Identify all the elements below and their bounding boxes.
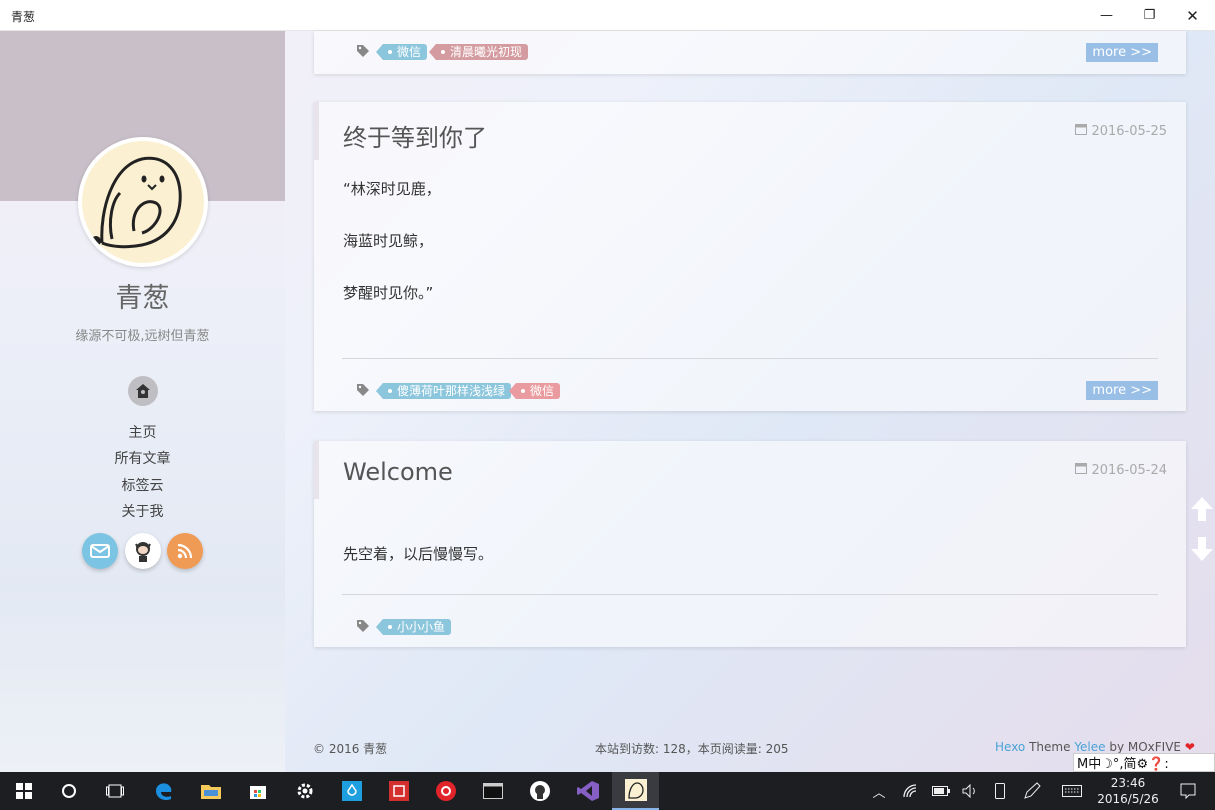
settings-icon[interactable] [281,772,328,810]
app-blue-icon[interactable] [328,772,375,810]
post-accent-bar [314,441,319,499]
console-icon[interactable] [469,772,516,810]
sidebar: 青葱 缘源不可极,远树但青葱 主页 所有文章 标签云 关于我 [0,31,285,772]
scroll-up-icon[interactable] [1189,492,1215,526]
scroll-down-icon[interactable] [1189,532,1215,566]
heart-icon: ❤ [1184,740,1195,754]
file-explorer-icon[interactable] [187,772,234,810]
battery-icon[interactable] [929,772,953,810]
footer-credit: Hexo Theme Yelee by MOxFIVE ❤ [995,740,1195,754]
post-tag[interactable]: 傻薄荷叶那样浅浅绿 [375,383,512,399]
store-icon[interactable] [234,772,281,810]
maximize-button[interactable]: ❐ [1128,0,1171,31]
wifi-icon[interactable] [898,772,924,810]
clock-time: 23:46 [1110,776,1146,790]
post-card: Welcome 2016-05-24 先空着，以后慢慢写。 小小小鱼 [314,441,1186,647]
volume-icon[interactable] [958,772,982,810]
rss-icon[interactable] [167,533,203,569]
taskbar: ︿ 23:46 2016/5/26 [0,772,1215,810]
app-red-icon[interactable] [375,772,422,810]
close-button[interactable]: ✕ [1171,0,1214,31]
post-card: 终于等到你了 2016-05-25 “林深时见鹿， 海蓝时见鲸， 梦醒时见你。”… [314,102,1186,411]
pen-icon[interactable] [1019,772,1045,810]
visual-studio-icon[interactable] [564,772,611,810]
blog-name: 青葱 [115,283,170,314]
more-button[interactable]: more >> [1086,381,1158,400]
tag-icon [357,384,369,396]
mail-icon[interactable] [82,533,118,569]
clock-date: 2016/5/26 [1097,792,1159,806]
post-accent-bar [314,102,319,160]
bird-icon [91,156,182,249]
post-date: 2016-05-25 [1075,123,1167,139]
clock[interactable]: 23:46 2016/5/26 [1090,772,1166,810]
ime-toolbar[interactable]: M中☽°,简⚙❓: [1073,753,1215,772]
action-center-icon[interactable] [1172,772,1204,810]
post-card: 微信 清晨曦光初现 more >> [314,31,1186,74]
netease-music-icon[interactable] [422,772,469,810]
phone-icon[interactable] [990,772,1010,810]
calendar-icon [1075,124,1088,135]
cortana-icon[interactable] [45,772,92,810]
footer-stats: 本站到访数: 128，本页阅读量: 205 [595,742,789,756]
post-tag[interactable]: 微信 [508,383,561,399]
nav-home[interactable]: 主页 [0,422,285,442]
windows-start-icon[interactable] [0,772,47,810]
post-text-line: 海蓝时见鲸， [343,232,434,250]
post-tag[interactable]: 清晨曦光初现 [428,44,529,60]
divider [342,594,1158,595]
post-tag[interactable]: 小小小鱼 [375,619,452,635]
more-button[interactable]: more >> [1086,43,1158,62]
post-text-line: 梦醒时见你。” [343,284,434,302]
nav-all-posts[interactable]: 所有文章 [0,448,285,468]
qingcong-app-icon[interactable] [612,772,659,810]
keyboard-icon[interactable] [1058,772,1086,810]
minimize-button[interactable]: — [1085,0,1128,31]
post-text-line: 先空着，以后慢慢写。 [343,545,494,563]
window-title: 青葱 [11,10,36,24]
divider [342,358,1158,359]
post-date: 2016-05-24 [1075,462,1167,478]
post-text-line: “林深时见鹿， [343,180,441,198]
yelee-link[interactable]: Yelee [1074,740,1105,754]
tag-icon [357,620,369,632]
edge-browser-icon[interactable] [140,772,187,810]
tag-icon [357,45,369,57]
post-title[interactable]: 终于等到你了 [343,118,487,153]
window-titlebar: 青葱 — ❐ ✕ [0,0,1215,31]
home-icon[interactable] [128,376,158,406]
github-icon[interactable] [125,533,161,569]
nav-tag-cloud[interactable]: 标签云 [0,475,285,495]
footer-copyright: © 2016 青葱 [313,742,388,756]
hexo-link[interactable]: Hexo [995,740,1025,754]
chevron-up-icon[interactable]: ︿ [868,772,890,810]
task-view-icon[interactable] [91,772,138,810]
blog-motto: 缘源不可极,远树但青葱 [75,329,210,344]
calendar-icon [1075,463,1088,474]
avatar[interactable] [78,137,208,267]
github-desktop-icon[interactable] [516,772,563,810]
nav-about[interactable]: 关于我 [0,501,285,521]
post-title[interactable]: Welcome [343,458,453,486]
post-tag[interactable]: 微信 [375,44,428,60]
